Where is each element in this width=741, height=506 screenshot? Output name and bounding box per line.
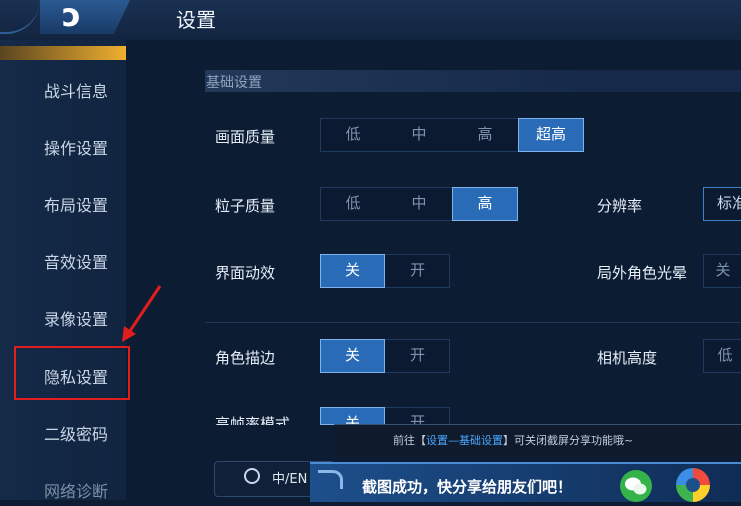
sidebar-item-controls[interactable]: 操作设置 xyxy=(44,135,108,159)
picture-quality-option-high[interactable]: 高 xyxy=(452,118,518,152)
camera-height-value[interactable]: 低 xyxy=(703,339,741,373)
page-title: 设置 xyxy=(176,8,216,32)
section-divider xyxy=(205,322,741,323)
outer-glow-label: 局外角色光晕 xyxy=(597,264,688,282)
sidebar-item-network-diagnostics[interactable]: 网络诊断 xyxy=(44,478,108,502)
particle-quality-option-high[interactable]: 高 xyxy=(452,187,518,221)
ui-animation-label: 界面动效 xyxy=(215,264,276,282)
high-frame-label: 高帧率模式 xyxy=(215,415,291,425)
particle-quality-option-low[interactable]: 低 xyxy=(320,187,386,221)
hint-settings-link[interactable]: 设置—基础设置 xyxy=(426,434,503,447)
high-frame-option-off[interactable]: 关 xyxy=(320,407,385,425)
high-frame-option-on[interactable]: 开 xyxy=(385,407,450,425)
ui-animation-option-on[interactable]: 开 xyxy=(385,254,450,288)
sidebar-item-sound[interactable]: 音效设置 xyxy=(44,249,108,273)
sidebar-accent-bar xyxy=(0,46,126,60)
annotation-arrow-icon xyxy=(122,285,162,342)
camera-height-label: 相机高度 xyxy=(597,349,658,367)
back-icon[interactable]: ↄ xyxy=(62,0,81,34)
character-outline-option-on[interactable]: 开 xyxy=(385,339,450,373)
sidebar-item-battle-info[interactable]: 战斗信息 xyxy=(44,78,108,102)
wechat-bubbles-icon[interactable] xyxy=(620,470,652,502)
outer-glow-value[interactable]: 关 xyxy=(703,254,741,288)
picture-quality-label: 画面质量 xyxy=(215,128,276,146)
globe-icon[interactable] xyxy=(244,468,260,484)
resolution-label: 分辨率 xyxy=(597,197,643,215)
sidebar-item-layout[interactable]: 布局设置 xyxy=(44,192,108,216)
language-button-label[interactable]: 中/EN xyxy=(272,468,307,487)
hint-toast-text: 前往【设置—基础设置】可关闭截屏分享功能哦~ xyxy=(393,434,634,447)
annotation-highlight-box xyxy=(14,346,130,400)
character-outline-option-off[interactable]: 关 xyxy=(320,339,385,373)
share-toast-message: 截图成功，快分享给朋友们吧！ xyxy=(362,478,573,496)
picture-quality-option-ultra[interactable]: 超高 xyxy=(518,118,584,152)
resolution-value[interactable]: 标准 xyxy=(703,187,741,221)
picture-quality-option-low[interactable]: 低 xyxy=(320,118,386,152)
game-logo-icon xyxy=(318,470,343,489)
sidebar-item-recording[interactable]: 录像设置 xyxy=(44,306,108,330)
picture-quality-option-medium[interactable]: 中 xyxy=(386,118,452,152)
ui-animation-option-off[interactable]: 关 xyxy=(320,254,385,288)
moments-share-icon[interactable] xyxy=(676,468,710,502)
wechat-share-icon[interactable] xyxy=(620,470,652,502)
section-title: 基础设置 xyxy=(206,75,262,91)
particle-quality-label: 粒子质量 xyxy=(215,197,276,215)
particle-quality-option-medium[interactable]: 中 xyxy=(386,187,452,221)
sidebar-item-secondary-password[interactable]: 二级密码 xyxy=(44,421,108,445)
character-outline-label: 角色描边 xyxy=(215,349,276,367)
section-header xyxy=(205,70,741,92)
